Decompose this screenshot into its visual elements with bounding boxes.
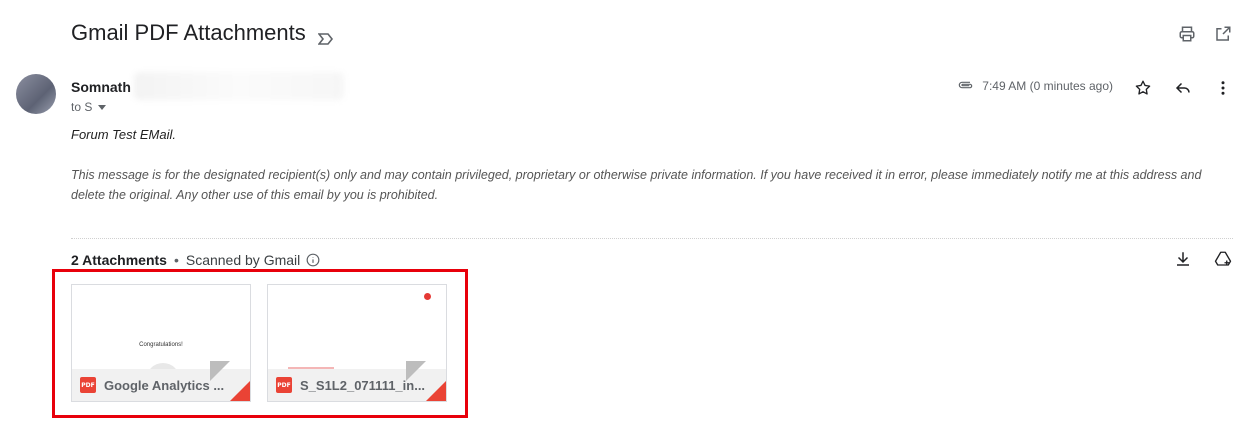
page-fold-corner [426,381,446,401]
message-body: Forum Test EMail. [71,127,176,142]
email-subject: Gmail PDF Attachments [71,20,334,46]
attachment-card[interactable]: Congratulations! PDF Google Analytics ..… [71,284,251,402]
subject-text: Gmail PDF Attachments [71,20,306,45]
message-disclaimer: This message is for the designated recip… [71,168,1202,202]
open-in-new-icon[interactable] [1214,25,1232,43]
sender-email-redacted [134,72,344,100]
recipient-label: to S [71,100,93,114]
reply-icon[interactable] [1174,79,1192,97]
message-meta: 7:49 AM (0 minutes ago) [958,79,1113,93]
thread-actions [1178,25,1232,43]
recipient-dropdown[interactable]: to S [71,100,107,114]
chevron-down-icon [98,104,107,110]
add-to-drive-icon[interactable] [1214,250,1232,268]
attachment-preview: Congratulations! [72,285,250,397]
logo-mark [424,293,431,300]
message-actions [1134,79,1232,97]
preview-logo [424,293,434,300]
attachment-filename: Google Analytics ... [104,377,225,393]
message-time: 7:49 AM (0 minutes ago) [982,79,1113,93]
page-fold-shadow [210,361,230,381]
paperclip-icon [958,79,974,93]
scanned-label: Scanned by Gmail [185,252,301,268]
preview-text: Congratulations! [139,342,183,348]
pdf-icon: PDF [80,377,96,393]
star-icon[interactable] [1134,79,1152,97]
attachments-divider [71,238,1233,239]
page-fold-corner [230,381,250,401]
print-icon[interactable] [1178,25,1196,43]
importance-marker-icon[interactable] [317,26,334,45]
avatar[interactable] [16,74,56,114]
pdf-icon: PDF [276,377,292,393]
more-vert-icon[interactable] [1214,79,1232,97]
download-icon[interactable] [1174,250,1192,268]
info-icon[interactable] [306,253,320,267]
page-fold-shadow [406,361,426,381]
attachment-preview [268,285,446,371]
separator-dot: • [173,252,179,268]
sender-name[interactable]: Somnath [71,79,131,95]
attachments-count: 2 Attachments [71,252,167,268]
attachments-actions [1174,250,1232,268]
attachments-header: 2 Attachments • Scanned by Gmail [71,252,320,268]
attachment-card[interactable]: PDF S_S1L2_071111_in... [267,284,447,402]
